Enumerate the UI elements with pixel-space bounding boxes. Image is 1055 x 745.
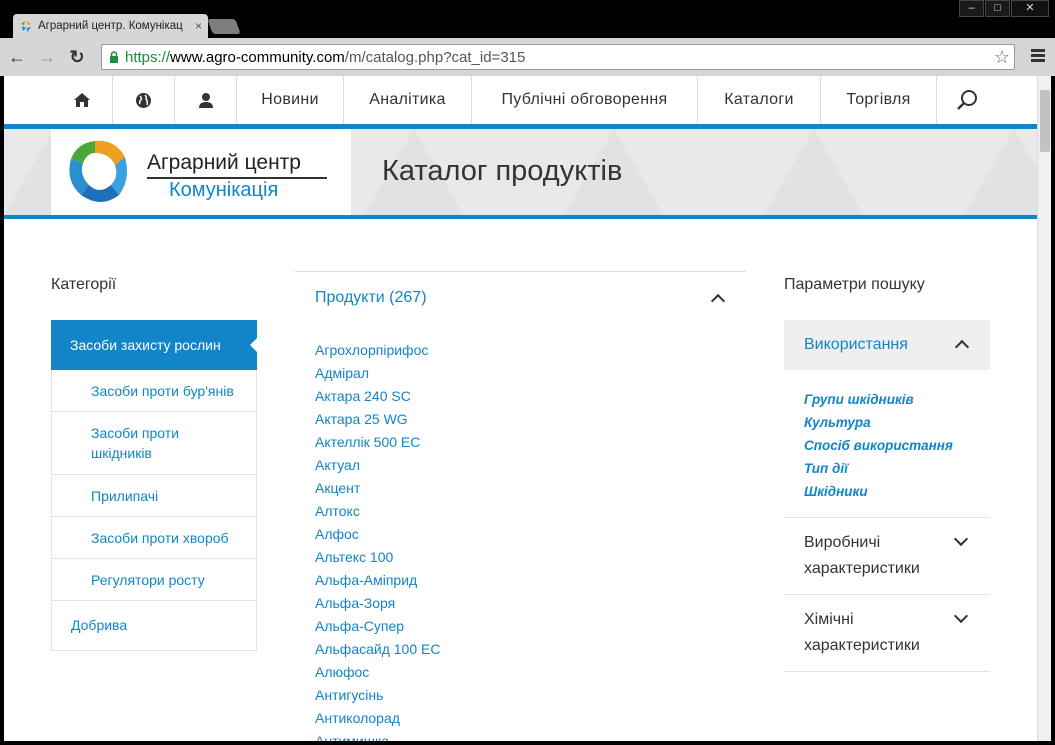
category-plant-protection[interactable]: Засоби захисту рослин	[51, 320, 258, 370]
usage-accordion-header[interactable]: Використання	[784, 320, 990, 370]
usage-title: Використання	[804, 336, 908, 353]
product-link[interactable]: Алюфос	[315, 661, 746, 684]
search-params-sidebar: Параметри пошуку Використання Групи шкід…	[784, 268, 990, 672]
close-tab-icon[interactable]: ×	[195, 19, 202, 33]
page-scrollbar[interactable]	[1037, 76, 1051, 741]
page-title: Каталог продуктів	[382, 155, 623, 187]
nav-analytics[interactable]: Аналітика	[344, 76, 472, 124]
page-banner: Аграрний центр Комунікація Каталог проду…	[4, 129, 1037, 215]
globe-icon[interactable]	[113, 76, 175, 124]
search-params-heading: Параметри пошуку	[784, 276, 925, 293]
nav-trade[interactable]: Торгівля	[821, 76, 937, 124]
products-panel: Продукти (267) Агрохлорпірифос Адмірал А…	[295, 271, 746, 741]
back-arrow-icon[interactable]: ←	[4, 44, 30, 70]
close-window-icon[interactable]: ✕	[1011, 0, 1049, 17]
subcategory-adjuvants[interactable]: Прилипачі	[51, 475, 257, 517]
browser-tab[interactable]: Аграрний центр. Комунікац ×	[13, 14, 208, 38]
subcategory-insecticides[interactable]: Засоби проти шкідників	[51, 412, 257, 475]
site-logo[interactable]: Аграрний центр Комунікація	[51, 129, 351, 215]
subcategory-fungicides[interactable]: Засоби проти хвороб	[51, 517, 257, 559]
logo-title: Аграрний центр	[147, 151, 301, 174]
production-title: Виробничі характеристики	[804, 534, 920, 577]
product-link[interactable]: Алтокс	[315, 500, 746, 523]
product-link[interactable]: Адмірал	[315, 362, 746, 385]
product-link[interactable]: Альфа-Зоря	[315, 592, 746, 615]
chemical-title: Хімічні характеристики	[804, 611, 920, 654]
chemical-accordion-header[interactable]: Хімічні характеристики	[784, 595, 990, 672]
product-link[interactable]: Альфасайд 100 ЕС	[315, 638, 746, 661]
page-viewport: Новини Аналітика Публічні обговорення Ка…	[4, 76, 1037, 741]
product-link[interactable]: Альтекс 100	[315, 546, 746, 569]
product-link[interactable]: Алфос	[315, 523, 746, 546]
filter-application-method[interactable]: Спосіб використання	[804, 434, 990, 457]
product-link[interactable]: Актара 25 WG	[315, 408, 746, 431]
categories-sidebar: Категорії Засоби захисту рослин Засоби п…	[51, 268, 258, 651]
product-link[interactable]: Актуал	[315, 454, 746, 477]
filter-pests[interactable]: Шкідники	[804, 480, 990, 503]
banner-accent-bar	[4, 215, 1037, 219]
products-accordion-header[interactable]: Продукти (267)	[295, 272, 746, 324]
site-navigation: Новини Аналітика Публічні обговорення Ка…	[51, 76, 1017, 124]
browser-toolbar: ← → ↻ https://www.agro-community.com/m/c…	[0, 38, 1055, 76]
nav-news[interactable]: Новини	[237, 76, 344, 124]
bookmark-star-icon[interactable]: ☆	[994, 47, 1010, 68]
filter-pest-groups[interactable]: Групи шкідників	[804, 388, 990, 411]
lock-icon	[110, 51, 118, 63]
product-link[interactable]: Акцент	[315, 477, 746, 500]
filter-action-type[interactable]: Тип дії	[804, 457, 990, 480]
products-heading: Продукти (267)	[315, 289, 427, 306]
chevron-down-icon[interactable]	[953, 531, 969, 547]
categories-heading: Категорії	[51, 276, 117, 293]
maximize-icon[interactable]: □	[985, 0, 1010, 17]
browser-window: Аграрний центр. Комунікац × – □ ✕ ← → ↻ …	[0, 0, 1055, 745]
minimize-icon[interactable]: –	[959, 0, 984, 17]
subcategory-growth-regulators[interactable]: Регулятори росту	[51, 559, 257, 601]
tab-title: Аграрний центр. Комунікац	[38, 20, 183, 32]
product-link[interactable]: Агрохлорпірифос	[315, 339, 746, 362]
subcategory-herbicides[interactable]: Засоби проти бур'янів	[51, 370, 257, 412]
address-bar[interactable]: https://www.agro-community.com/m/catalog…	[101, 44, 1015, 70]
product-link[interactable]: Актара 240 SC	[315, 385, 746, 408]
user-icon[interactable]	[175, 76, 237, 124]
reload-icon[interactable]: ↻	[64, 44, 90, 70]
nav-public-discussions[interactable]: Публічні обговорення	[472, 76, 698, 124]
product-link[interactable]: Антимишка	[315, 730, 746, 741]
product-link[interactable]: Альфа-Аміприд	[315, 569, 746, 592]
product-link[interactable]: Альфа-Супер	[315, 615, 746, 638]
search-icon[interactable]	[937, 76, 999, 124]
filter-crop[interactable]: Культура	[804, 411, 990, 434]
product-link[interactable]: Антигусінь	[315, 684, 746, 707]
products-list: Агрохлорпірифос Адмірал Актара 240 SC Ак…	[295, 339, 746, 741]
chevron-up-icon[interactable]	[954, 339, 970, 355]
nav-catalogs[interactable]: Каталоги	[698, 76, 821, 124]
category-fertilizers[interactable]: Добрива	[51, 601, 257, 651]
logo-subtitle: Комунікація	[169, 179, 279, 201]
new-tab-button[interactable]	[207, 19, 241, 34]
forward-arrow-icon[interactable]: →	[34, 44, 60, 70]
window-controls: – □ ✕	[958, 0, 1049, 17]
url-text: https://www.agro-community.com/m/catalog…	[125, 48, 526, 66]
logo-mark-icon	[69, 140, 127, 202]
scrollbar-thumb[interactable]	[1040, 90, 1050, 152]
production-accordion-header[interactable]: Виробничі характеристики	[784, 518, 990, 595]
product-link[interactable]: Антиколорад	[315, 707, 746, 730]
usage-links: Групи шкідників Культура Спосіб використ…	[784, 370, 990, 518]
site-favicon-icon	[21, 20, 31, 32]
chevron-up-icon[interactable]	[710, 293, 726, 309]
home-icon[interactable]	[51, 76, 113, 124]
tab-bar: Аграрний центр. Комунікац × – □ ✕	[0, 0, 1055, 38]
chevron-down-icon[interactable]	[953, 608, 969, 624]
product-link[interactable]: Актеллік 500 ЕС	[315, 431, 746, 454]
browser-menu-icon[interactable]	[1031, 49, 1045, 63]
